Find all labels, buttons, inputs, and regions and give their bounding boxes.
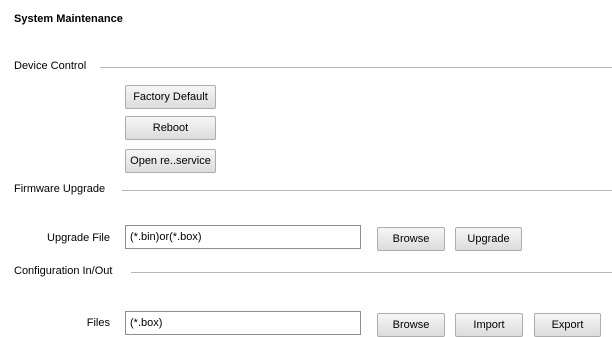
files-label: Files [86, 317, 110, 329]
open-remote-service-button[interactable]: Open re..service [125, 149, 216, 173]
upgrade-file-label: Upgrade File [47, 232, 110, 244]
upgrade-browse-button[interactable]: Browse [377, 227, 445, 251]
import-button[interactable]: Import [455, 313, 523, 337]
upgrade-button[interactable]: Upgrade [455, 227, 522, 251]
firmware-upgrade-divider [122, 190, 612, 191]
device-control-heading: Device Control [14, 60, 87, 72]
firmware-upgrade-heading: Firmware Upgrade [14, 183, 106, 195]
configuration-heading: Configuration In/Out [14, 265, 113, 277]
device-control-divider [100, 67, 612, 68]
configuration-divider [131, 272, 612, 273]
page-title: System Maintenance [14, 13, 123, 25]
config-browse-button[interactable]: Browse [377, 313, 445, 337]
upgrade-file-input[interactable] [125, 225, 361, 249]
factory-default-button[interactable]: Factory Default [125, 85, 216, 109]
reboot-button[interactable]: Reboot [125, 116, 216, 140]
config-files-input[interactable] [125, 311, 361, 335]
export-button[interactable]: Export [534, 313, 601, 337]
